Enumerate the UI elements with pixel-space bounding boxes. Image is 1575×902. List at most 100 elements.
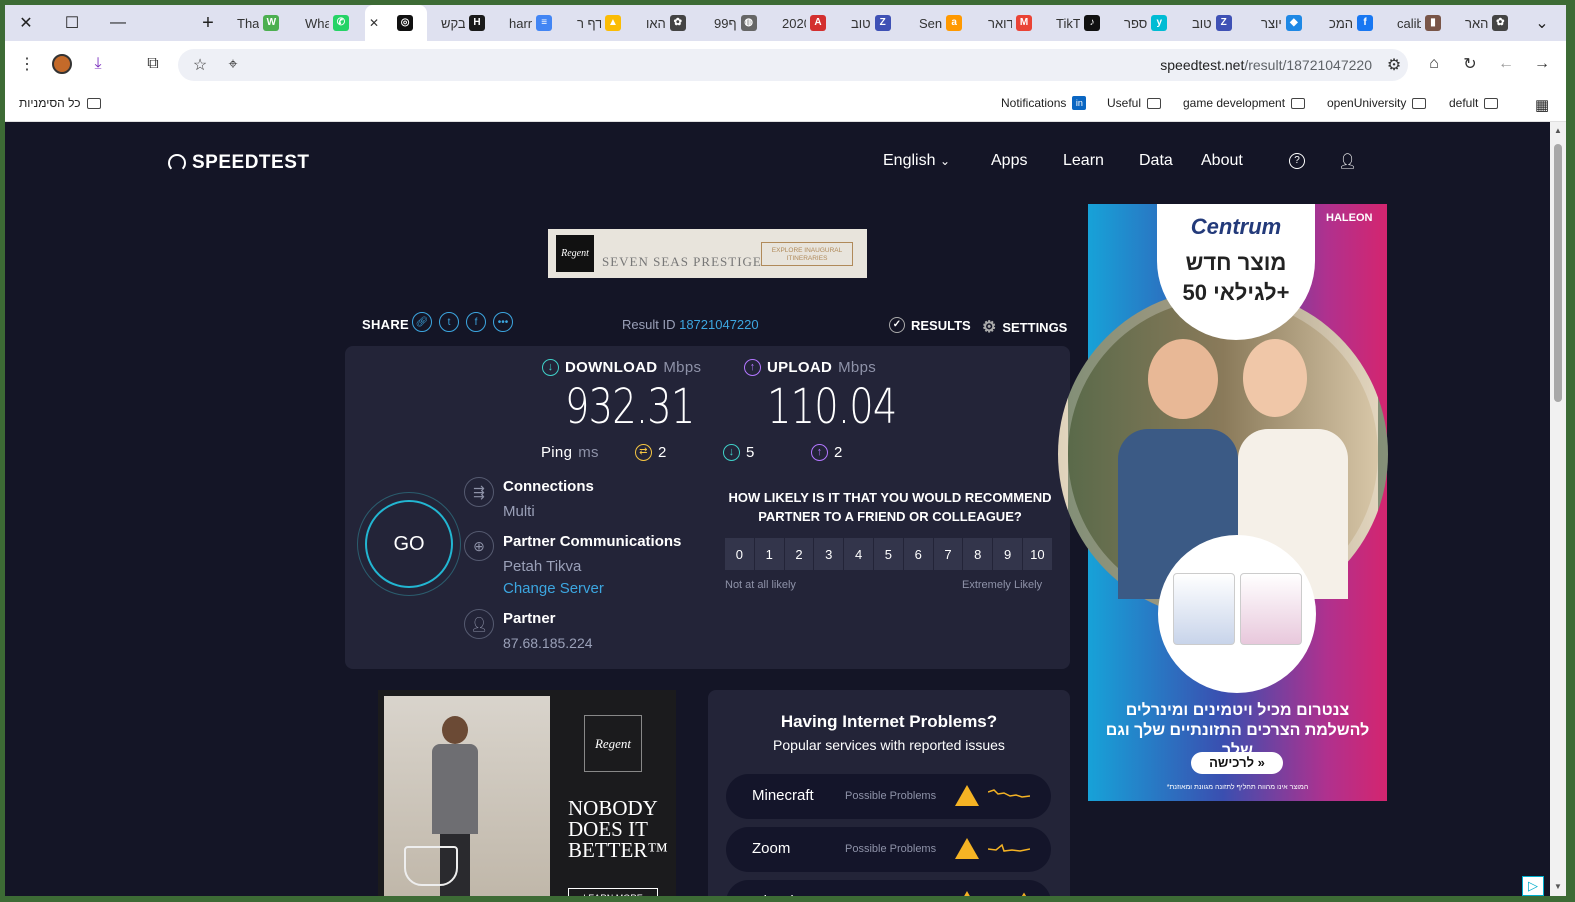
- tab-18[interactable]: האר ✿: [1461, 5, 1523, 41]
- tab-17[interactable]: calib ▮: [1393, 5, 1455, 41]
- problem-row[interactable]: Zoom Possible Problems: [726, 827, 1051, 872]
- folder-icon: [1147, 97, 1162, 109]
- result-id: Result ID 18721047220: [622, 317, 759, 332]
- service-status: Possible Problems: [845, 843, 937, 855]
- bookmark-all[interactable]: כל הסימניות: [19, 96, 101, 110]
- star-icon[interactable]: ☆: [188, 53, 212, 77]
- scrollbar-thumb[interactable]: [1554, 144, 1562, 402]
- warning-icon: [955, 785, 979, 806]
- internet-problems-panel: Having Internet Problems? Popular servic…: [708, 690, 1070, 896]
- tab-1[interactable]: Wha ✆: [301, 5, 363, 41]
- more-icon[interactable]: •••: [493, 312, 513, 332]
- adchoices-icon[interactable]: ▷: [1522, 876, 1544, 896]
- tab-8[interactable]: 2020A: [778, 5, 840, 41]
- url-text[interactable]: speedtest.net/result/18721047220: [1160, 57, 1372, 73]
- download-icon[interactable]: ⤓: [86, 52, 110, 76]
- folder-icon: [1412, 97, 1427, 109]
- tab-title: TikT: [1056, 15, 1080, 31]
- survey-option-0[interactable]: 0: [725, 538, 755, 570]
- ad-cta: לרכישה »: [1191, 752, 1283, 774]
- tab-3[interactable]: בקש H: [437, 5, 499, 41]
- nav-language[interactable]: English ⌄: [883, 152, 950, 170]
- tab-15[interactable]: יוצר ◆: [1257, 5, 1319, 41]
- survey-option-4[interactable]: 4: [844, 538, 874, 570]
- tab-title: calib: [1397, 15, 1421, 31]
- scroll-down-icon[interactable]: ▼: [1554, 882, 1562, 891]
- nav-apps[interactable]: Apps: [991, 152, 1027, 170]
- tab-12[interactable]: TikT ♪: [1052, 5, 1114, 41]
- location-icon[interactable]: ⌖: [221, 53, 245, 77]
- bookmark-game-development[interactable]: game development: [1183, 96, 1306, 110]
- menu-icon[interactable]: ⋮: [15, 52, 39, 76]
- close-window-icon[interactable]: ✕: [11, 11, 41, 35]
- bookmark-openuniversity[interactable]: openUniversity: [1327, 96, 1427, 110]
- survey-option-5[interactable]: 5: [873, 538, 904, 570]
- tab-10[interactable]: Sen a: [915, 5, 977, 41]
- tab-6[interactable]: האו ✿: [642, 5, 704, 41]
- link-icon[interactable]: 🔗︎: [412, 312, 432, 332]
- tab-title: דף ר: [577, 15, 601, 31]
- bookmark-useful[interactable]: Useful: [1107, 96, 1162, 110]
- bookmark-notifications[interactable]: Notifications in: [1001, 96, 1087, 110]
- download-latency-icon: ↓: [723, 444, 740, 461]
- ad-banner-top[interactable]: Regent SEVEN SEAS PRESTIGE EXPLORE INAUG…: [548, 229, 867, 278]
- tab-2[interactable]: ✕ ◎: [365, 5, 427, 41]
- tab-16[interactable]: המכ f: [1325, 5, 1387, 41]
- scroll-up-icon[interactable]: ▲: [1554, 126, 1562, 135]
- ad-product-circle: [1158, 535, 1316, 693]
- tab-5[interactable]: דף ר ▲: [573, 5, 635, 41]
- close-tab-icon[interactable]: ✕: [369, 16, 379, 30]
- tab-13[interactable]: ספר y: [1120, 5, 1182, 41]
- avatar[interactable]: [50, 52, 74, 76]
- survey-option-7[interactable]: 7: [933, 538, 964, 570]
- apps-grid-icon[interactable]: ▦: [1535, 96, 1549, 114]
- home-icon[interactable]: ⌂: [1422, 52, 1446, 76]
- tab-favicon-icon: y: [1151, 15, 1168, 31]
- address-bar[interactable]: ☆ ⌖ speedtest.net/result/18721047220 ⚙: [178, 49, 1408, 81]
- new-tab-icon[interactable]: +: [193, 11, 223, 35]
- go-button[interactable]: GO: [365, 500, 453, 588]
- tab-11[interactable]: דואר M: [984, 5, 1046, 41]
- toolbar: ⋮ ⤓ ⧉ ☆ ⌖ speedtest.net/result/187210472…: [5, 41, 1566, 87]
- survey-option-2[interactable]: 2: [784, 538, 815, 570]
- change-server-link[interactable]: Change Server: [503, 580, 604, 597]
- survey-option-10[interactable]: 10: [1022, 538, 1053, 570]
- tab-14[interactable]: טוב Z: [1188, 5, 1250, 41]
- bookmark-defult[interactable]: defult: [1449, 96, 1499, 110]
- help-icon[interactable]: ?: [1289, 153, 1305, 169]
- minimize-icon[interactable]: —: [103, 11, 133, 35]
- maximize-icon[interactable]: ☐: [57, 11, 87, 35]
- tab-search-icon[interactable]: ⌄: [1527, 11, 1557, 35]
- tab-title: ספר: [1124, 15, 1148, 31]
- nav-about[interactable]: About: [1201, 152, 1243, 170]
- tab-4[interactable]: harr ≡: [505, 5, 567, 41]
- facebook-icon[interactable]: f: [466, 312, 486, 332]
- ad-banner-bottom[interactable]: Regent NOBODY DOES IT BETTER™ LEARN MORE: [378, 690, 676, 896]
- result-id-link[interactable]: 18721047220: [679, 317, 759, 332]
- settings-tab[interactable]: ⚙ SETTINGS: [982, 317, 1067, 337]
- nav-learn[interactable]: Learn: [1063, 152, 1104, 170]
- problem-row[interactable]: Minecraft Possible Problems: [726, 774, 1051, 819]
- tab-0[interactable]: Tha W: [233, 5, 295, 41]
- site-settings-icon[interactable]: ⚙: [1382, 53, 1406, 77]
- reload-icon[interactable]: ↻: [1458, 52, 1482, 76]
- ad-banner-right[interactable]: HALEON Centrum מוצר חדש לגילאי 50+ צנטרו…: [1058, 204, 1388, 801]
- back-icon[interactable]: →: [1530, 52, 1554, 76]
- forward-icon[interactable]: ←: [1494, 52, 1518, 76]
- scrollbar[interactable]: ▲ ▼: [1550, 122, 1566, 896]
- tab-9[interactable]: טוב Z: [847, 5, 909, 41]
- survey-high-label: Extremely Likely: [962, 579, 1043, 591]
- extensions-icon[interactable]: ⧉: [141, 52, 165, 76]
- account-icon[interactable]: 👤︎: [1338, 152, 1357, 170]
- problem-row[interactable]: GitHubPossible Problems: [726, 880, 1051, 896]
- survey-option-6[interactable]: 6: [903, 538, 934, 570]
- results-tab[interactable]: ✓ RESULTS: [889, 317, 971, 333]
- survey-option-3[interactable]: 3: [814, 538, 845, 570]
- tab-7[interactable]: 99ף ◍: [710, 5, 772, 41]
- survey-option-9[interactable]: 9: [993, 538, 1023, 570]
- survey-option-1[interactable]: 1: [754, 538, 785, 570]
- nav-data[interactable]: Data: [1139, 152, 1173, 170]
- survey-option-8[interactable]: 8: [963, 538, 994, 570]
- speedtest-logo[interactable]: SPEEDTEST: [168, 152, 309, 174]
- twitter-icon[interactable]: t: [439, 312, 459, 332]
